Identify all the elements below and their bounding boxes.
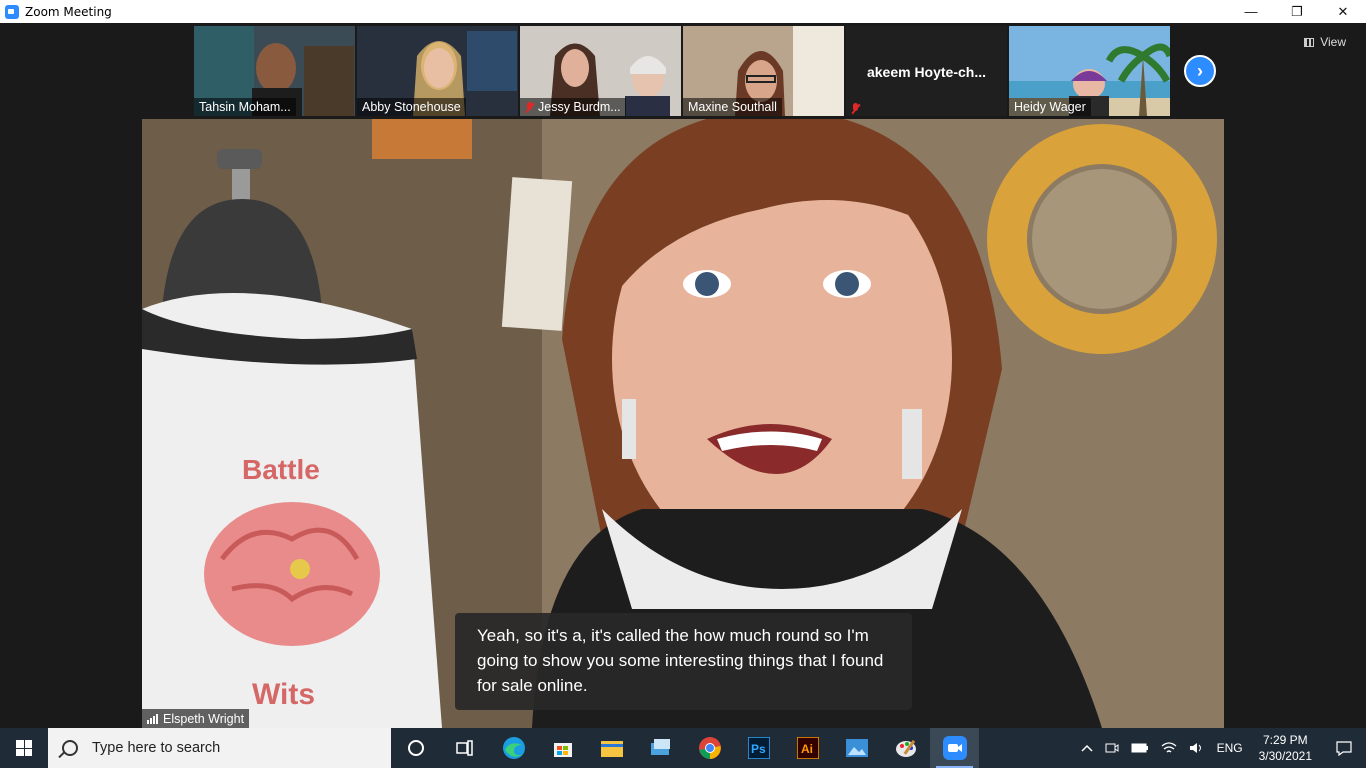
zoom-icon (942, 736, 967, 760)
participant-tile[interactable]: Heidy Wager (1009, 26, 1170, 116)
view-button[interactable]: View (1304, 35, 1346, 49)
minimize-button[interactable]: — (1228, 0, 1274, 23)
view-label: View (1320, 35, 1346, 49)
grid-view-icon (1304, 37, 1315, 47)
search-icon (62, 740, 78, 756)
file-explorer-icon (600, 741, 623, 757)
wifi-button[interactable] (1155, 728, 1183, 768)
illustrator-button[interactable]: Ai (783, 728, 832, 768)
chevron-right-icon: › (1197, 60, 1203, 81)
cortana-icon (407, 740, 424, 756)
task-view-icon (455, 740, 473, 756)
file-explorer-button[interactable] (587, 728, 636, 768)
start-button[interactable] (0, 728, 48, 768)
participant-name-tag: Abby Stonehouse (357, 98, 466, 116)
clock-date: 3/30/2021 (1258, 749, 1312, 763)
participant-tile[interactable]: akeem Hoyte-ch... (846, 26, 1007, 116)
illustrator-icon: Ai (796, 737, 819, 759)
participant-name-tag (846, 101, 865, 116)
battery-button[interactable] (1125, 728, 1155, 768)
shirt-text-top: Battle (242, 454, 320, 485)
store-button[interactable] (538, 728, 587, 768)
participant-name-tag: Tahsin Moham... (194, 98, 296, 116)
shirt-text-bottom: Wits (252, 678, 315, 711)
photoshop-button[interactable]: Ps (734, 728, 783, 768)
search-placeholder: Type here to search (92, 740, 221, 756)
closed-caption: Yeah, so it's a, it's called the how muc… (455, 613, 912, 710)
camera-icon (1105, 743, 1119, 753)
chevron-up-icon (1081, 744, 1093, 752)
meeting-area: View Tahsin Moham... Abby Stonehouse Jes… (0, 23, 1366, 728)
edge-icon (502, 737, 525, 759)
participant-tile[interactable]: Maxine Southall (683, 26, 844, 116)
photos-button[interactable] (832, 728, 881, 768)
svg-text:Ps: Ps (751, 742, 766, 756)
meet-now-button[interactable] (1099, 728, 1125, 768)
notification-icon (1336, 741, 1352, 756)
window-title: Zoom Meeting (25, 4, 112, 19)
cortana-button[interactable] (391, 728, 440, 768)
active-speaker-label: Elspeth Wright (142, 709, 250, 728)
svg-text:Ai: Ai (801, 742, 813, 756)
photos-icon (845, 739, 868, 757)
chrome-button[interactable] (685, 728, 734, 768)
participant-name-tag: Heidy Wager (1009, 98, 1091, 116)
input-language[interactable]: ENG (1211, 728, 1249, 768)
paint-button[interactable] (881, 728, 930, 768)
volume-icon (1189, 743, 1201, 753)
clock-time: 7:29 PM (1262, 733, 1308, 747)
paint-icon (895, 739, 916, 757)
zoom-app-icon (5, 4, 19, 19)
system-tray: ENG 7:29 PM 3/30/2021 (1075, 728, 1366, 768)
restore-button[interactable]: ❐ (1274, 0, 1320, 23)
wifi-icon (1161, 742, 1177, 753)
windows-explorer-icon (650, 739, 670, 755)
zoom-taskbar-button[interactable] (930, 728, 979, 768)
photoshop-icon: Ps (747, 737, 770, 759)
windows-logo-icon (16, 740, 32, 756)
show-hidden-icons-button[interactable] (1075, 728, 1099, 768)
edge-button[interactable] (489, 728, 538, 768)
participant-name-tag: Jessy Burdm... (520, 98, 626, 116)
participant-tile[interactable]: Abby Stonehouse (357, 26, 518, 116)
task-view-button[interactable] (440, 728, 489, 768)
store-icon (553, 743, 572, 757)
active-speaker-name: Elspeth Wright (163, 711, 245, 726)
participant-name-tag: Maxine Southall (683, 98, 782, 116)
taskbar-clock[interactable]: 7:29 PM 3/30/2021 (1249, 732, 1322, 764)
next-page-button[interactable]: › (1184, 55, 1216, 87)
muted-mic-icon (851, 103, 860, 114)
participant-tile[interactable]: Tahsin Moham... (194, 26, 355, 116)
windows-taskbar: Type here to search Ps Ai ENG 7:29 PM 3/… (0, 728, 1366, 768)
volume-button[interactable] (1183, 728, 1211, 768)
windows-explorer-button[interactable] (636, 728, 685, 768)
taskbar-search[interactable]: Type here to search (48, 728, 391, 768)
participant-display-name: akeem Hoyte-ch... (866, 64, 987, 80)
notifications-button[interactable] (1322, 728, 1366, 768)
close-button[interactable]: ✕ (1320, 0, 1366, 23)
participant-tile[interactable]: Jessy Burdm... (520, 26, 681, 116)
muted-mic-icon (525, 101, 534, 113)
chrome-icon (698, 737, 721, 759)
signal-strength-icon (147, 713, 158, 724)
battery-icon (1131, 743, 1148, 753)
window-title-bar: Zoom Meeting — ❐ ✕ (0, 0, 1366, 23)
